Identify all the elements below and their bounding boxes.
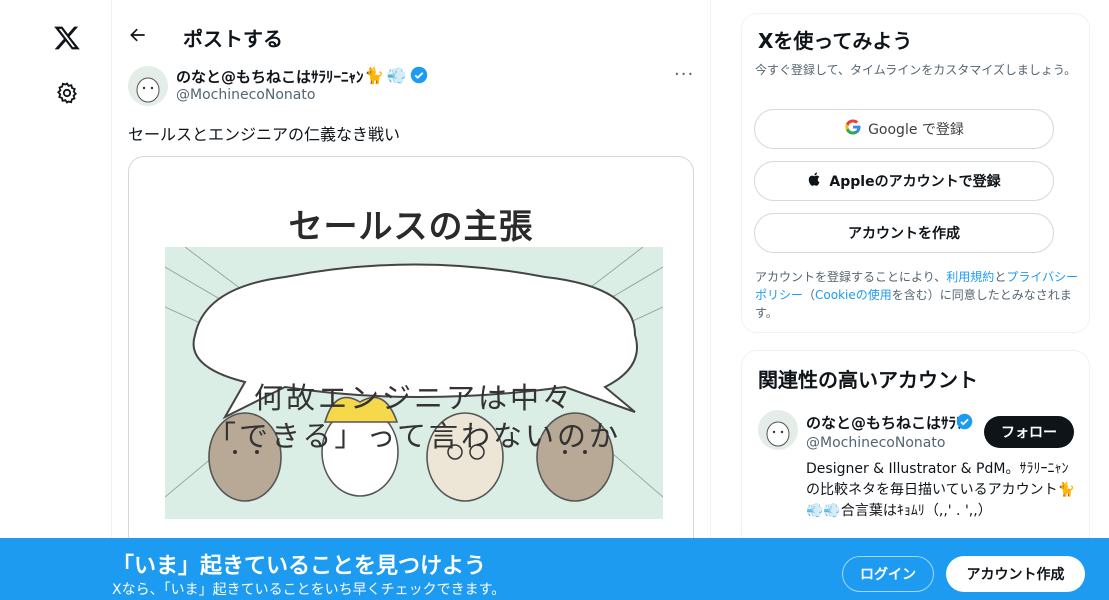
google-signup-label: Google で登録 [868,122,964,138]
related-avatar[interactable] [758,410,798,450]
speech-bubble-line2: 「できる」って言わないのか [207,419,621,453]
related-handle[interactable]: @MochinecoNonato [806,435,945,451]
banner-create-account-button[interactable]: アカウント作成 [946,556,1085,592]
login-button[interactable]: ログイン [842,556,934,592]
create-account-button[interactable]: アカウントを作成 [754,213,1054,253]
apple-signup-button[interactable]: Appleのアカウントで登録 [754,161,1054,201]
gear-icon[interactable] [50,76,84,110]
post-image[interactable]: セールスの主張 何故エンジニアは中々 「できる」って言わないのか [128,156,694,556]
back-arrow-icon[interactable] [125,22,151,48]
cookie-link[interactable]: Cookieの使用 [815,288,892,302]
comic-panel: 何故エンジニアは中々 「できる」って言わないのか [165,247,663,519]
related-name[interactable]: のなと@もちねこはｻﾗﾘｰﾆｬﾝ [806,412,962,433]
signup-subtitle: 今すぐ登録して、タイムラインをカスタマイズしましょう。 [755,63,1077,77]
author-emoji-badges: 🐈 💨 [364,66,428,88]
author-avatar[interactable] [128,66,168,106]
verified-badge-icon [956,413,973,434]
author-handle[interactable]: @MochinecoNonato [176,87,315,103]
post-text: セールスとエンジニアの仁義なき戦い [128,125,401,144]
cat-emoji-icon: 🐈 [364,66,384,85]
apple-logo-icon [807,170,823,192]
x-logo-icon[interactable] [50,21,84,55]
more-options-icon[interactable]: ··· [674,64,694,85]
banner-title: 「いま」起きていることを見つけよう [112,554,487,579]
signup-banner: 「いま」起きていることを見つけよう Xなら、「いま」起きていることをいち早くチェ… [0,538,1109,600]
verified-badge-icon [410,66,428,88]
terms-and: と [994,270,1007,284]
terms-prefix: アカウントを登録することにより、 [755,270,947,284]
page-header: ポストする [112,0,711,60]
google-logo-icon [844,118,862,140]
main-column: ポストする のなと@もちねこはｻﾗﾘｰﾆｬﾝ 🐈 💨 @MochinecoNon… [112,0,711,600]
apple-signup-label: Appleのアカウントで登録 [829,174,1001,190]
author-name[interactable]: のなと@もちねこはｻﾗﾘｰﾆｬﾝ [176,66,364,87]
banner-subtitle: Xなら、「いま」起きていることをいち早くチェックできます。 [112,582,506,598]
google-signup-button[interactable]: Google で登録 [754,109,1054,149]
signup-card: Xを使ってみよう 今すぐ登録して、タイムラインをカスタマイズしましょう。 Goo… [741,13,1090,333]
signup-title: Xを使ってみよう [758,29,913,53]
follow-button[interactable]: フォロー [984,416,1074,448]
terms-text: アカウントを登録することにより、利用規約とプライバシーポリシー（Cookieの使… [755,268,1085,322]
related-title: 関連性の高いアカウント [758,368,978,392]
terms-paren: （ [803,288,816,302]
related-accounts-card: 関連性の高いアカウント のなと@もちねこはｻﾗﾘｰﾆｬﾝ @MochinecoN… [741,350,1090,550]
terms-link[interactable]: 利用規約 [946,270,994,284]
related-bio: Designer & Illustrator & PdM。ｻﾗﾘｰﾆｬﾝの比較ネ… [806,461,1076,519]
left-nav [0,0,112,600]
dash-emoji-icon: 💨 [386,66,407,85]
page-title: ポストする [183,27,283,51]
speech-bubble-line1: 何故エンジニアは中々 [253,381,574,415]
image-title-text: セールスの主張 [288,207,534,247]
